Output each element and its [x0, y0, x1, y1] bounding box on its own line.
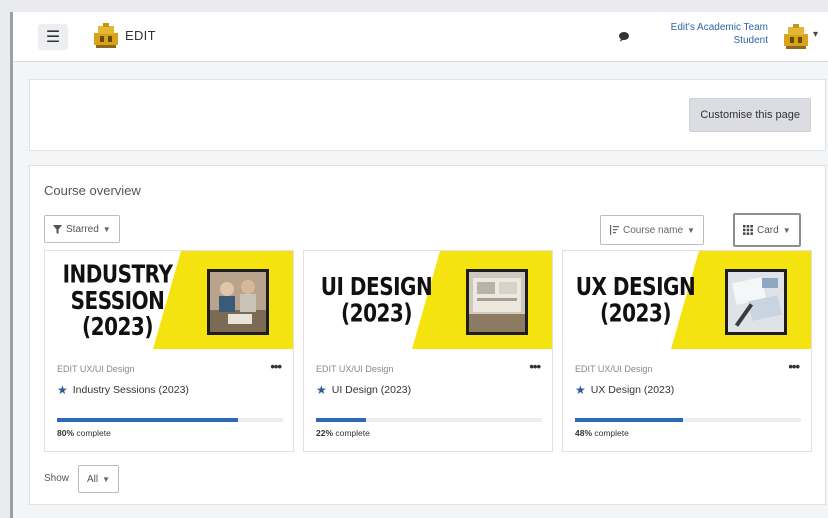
sort-icon — [610, 225, 619, 235]
progress-suffix: complete — [74, 428, 111, 438]
image-title-line: SESSION — [70, 284, 165, 315]
progress-text: 80% complete — [57, 428, 111, 438]
brand-name[interactable]: EDIT — [125, 28, 156, 43]
customise-page-button[interactable]: Customise this page — [689, 98, 811, 132]
progress-percent: 80% — [57, 428, 75, 438]
course-photo — [207, 269, 269, 335]
course-photo — [466, 269, 528, 335]
funnel-icon — [53, 224, 62, 234]
speech-bubble-icon[interactable] — [618, 31, 630, 43]
block-title: Course overview — [44, 183, 141, 198]
image-title-line: UX DESIGN — [575, 271, 696, 302]
progress-suffix: complete — [333, 428, 370, 438]
avatar[interactable] — [781, 22, 811, 52]
course-image[interactable]: UI DESIGN (2023) — [304, 251, 552, 349]
progress-text: 22% complete — [316, 428, 370, 438]
image-title-line: (2023) — [600, 297, 671, 328]
course-card[interactable]: UX DESIGN (2023) EDIT UX/UI Design ••• ★… — [562, 250, 812, 452]
ellipsis-icon[interactable]: ••• — [529, 359, 541, 374]
course-overview-block: Course overview Starred ▼ Course name ▼ — [29, 165, 826, 505]
user-menu[interactable]: Edit's Academic Team Student — [671, 22, 768, 46]
progress-percent: 48% — [575, 428, 593, 438]
user-role: Student — [733, 35, 768, 46]
star-icon: ★ — [575, 383, 586, 397]
course-image-title: INDUSTRY SESSION (2023) — [55, 251, 180, 349]
filter-label: Starred — [66, 223, 99, 235]
view-mode-dropdown[interactable]: Card ▼ — [733, 213, 801, 247]
course-category: EDIT UX/UI Design — [575, 364, 653, 374]
course-link[interactable]: ★ Industry Sessions (2023) — [57, 383, 189, 397]
progress-fill — [575, 418, 684, 422]
site-logo[interactable] — [91, 21, 121, 51]
page-header-card: Customise this page — [29, 79, 826, 151]
course-image-title: UX DESIGN (2023) — [573, 251, 698, 349]
course-name: Industry Sessions (2023) — [72, 384, 189, 396]
menu-toggle-button[interactable]: ☰ — [38, 24, 68, 50]
starred-filter-dropdown[interactable]: Starred ▼ — [44, 215, 120, 243]
star-icon: ★ — [316, 383, 327, 397]
image-title-line: (2023) — [341, 297, 412, 328]
hamburger-icon: ☰ — [45, 29, 61, 46]
sort-dropdown[interactable]: Course name ▼ — [600, 215, 704, 245]
progress-fill — [316, 418, 366, 422]
show-value: All — [87, 473, 99, 485]
chevron-down-icon: ▼ — [102, 474, 111, 484]
course-name: UI Design (2023) — [331, 384, 412, 396]
user-name: Edit's Academic Team — [670, 22, 768, 33]
course-name: UX Design (2023) — [590, 384, 675, 396]
chevron-down-icon: ▼ — [687, 225, 695, 235]
chevron-down-icon: ▼ — [782, 225, 791, 235]
course-link[interactable]: ★ UI Design (2023) — [316, 383, 411, 397]
app-window: ☰ EDIT Edit's Academic Team Student ▾ Cu… — [10, 12, 828, 518]
progress-fill — [57, 418, 238, 422]
chevron-down-icon: ▼ — [102, 224, 111, 234]
course-image-title: UI DESIGN (2023) — [314, 251, 439, 349]
show-label: Show — [44, 473, 70, 484]
course-category: EDIT UX/UI Design — [316, 364, 394, 374]
sort-label: Course name — [623, 224, 684, 236]
ellipsis-icon[interactable]: ••• — [788, 359, 800, 374]
progress-percent: 22% — [316, 428, 334, 438]
progress-text: 48% complete — [575, 428, 629, 438]
progress-bar — [57, 418, 283, 422]
course-photo — [725, 269, 787, 335]
course-card[interactable]: INDUSTRY SESSION (2023) EDIT UX/UI Desig… — [44, 250, 294, 452]
ellipsis-icon[interactable]: ••• — [270, 359, 282, 374]
course-category: EDIT UX/UI Design — [57, 364, 135, 374]
show-count-dropdown[interactable]: All ▼ — [78, 465, 120, 493]
course-link[interactable]: ★ UX Design (2023) — [575, 383, 674, 397]
course-image[interactable]: UX DESIGN (2023) — [563, 251, 811, 349]
image-title-line: UI DESIGN — [320, 271, 433, 302]
grid-icon — [743, 225, 753, 235]
progress-bar — [575, 418, 801, 422]
star-icon: ★ — [57, 383, 68, 397]
course-image[interactable]: INDUSTRY SESSION (2023) — [45, 251, 293, 349]
image-title-line: INDUSTRY — [62, 258, 173, 289]
image-title-line: (2023) — [82, 310, 153, 341]
chevron-down-icon[interactable]: ▾ — [813, 29, 818, 40]
course-card[interactable]: UI DESIGN (2023) EDIT UX/UI Design ••• ★… — [303, 250, 553, 452]
progress-bar — [316, 418, 542, 422]
view-label: Card — [757, 224, 779, 236]
navbar: ☰ EDIT Edit's Academic Team Student ▾ — [13, 12, 828, 62]
progress-suffix: complete — [592, 428, 629, 438]
